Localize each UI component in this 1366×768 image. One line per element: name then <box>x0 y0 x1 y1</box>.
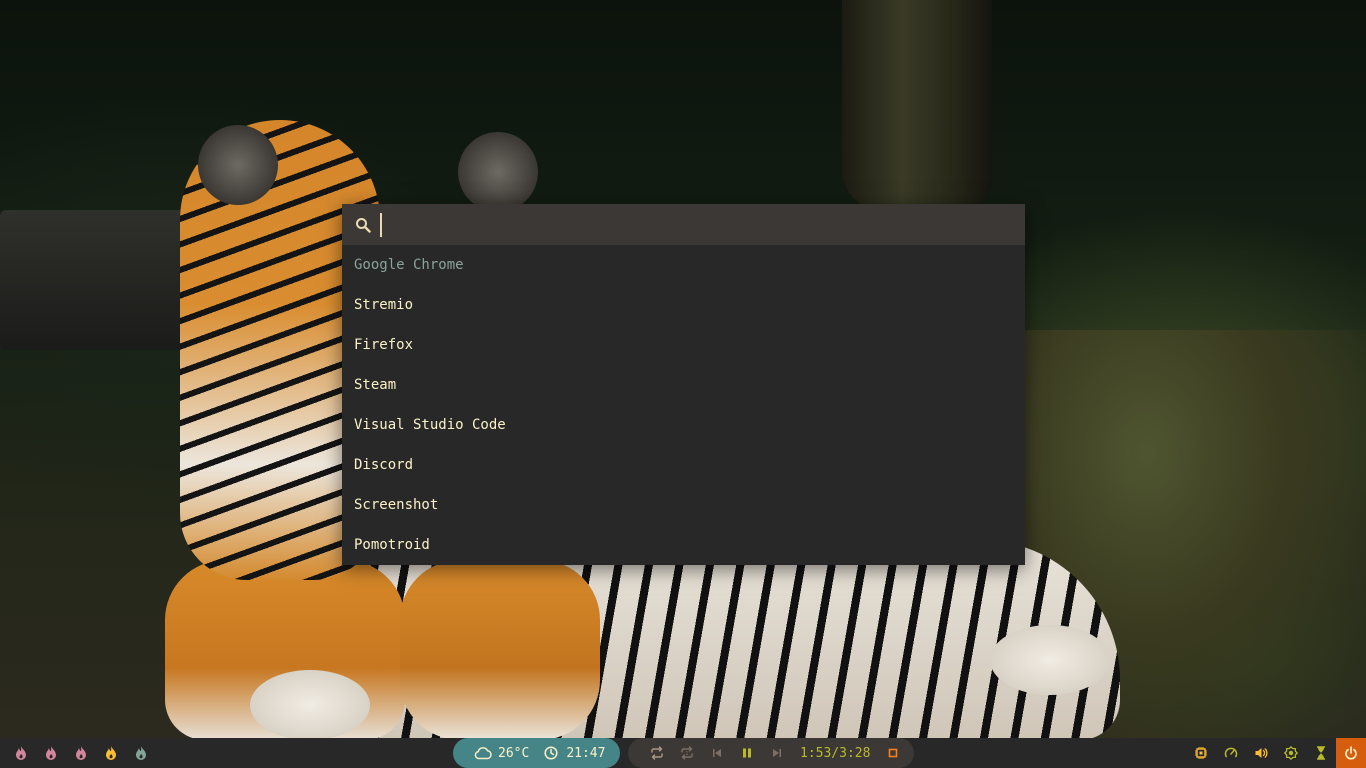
system-tray <box>1186 738 1336 768</box>
wallpaper-tiger-paw <box>990 625 1110 695</box>
volume-widget[interactable] <box>1246 738 1276 768</box>
flame-icon <box>136 746 146 760</box>
workspace-3[interactable] <box>66 738 96 768</box>
svg-text:1: 1 <box>685 751 688 757</box>
brightness-icon <box>1284 746 1298 760</box>
wallpaper-tree-trunk <box>842 0 992 210</box>
launcher-result-firefox[interactable]: Firefox <box>342 325 1025 365</box>
repeat-icon <box>651 746 663 760</box>
previous-button[interactable] <box>702 738 732 768</box>
shuffle-button[interactable]: 1 <box>672 738 702 768</box>
volume-icon <box>1255 748 1268 758</box>
wallpaper-tiger-ear <box>458 132 538 212</box>
cpu-icon <box>1195 747 1207 759</box>
speedometer-icon <box>1224 747 1238 758</box>
power-icon <box>1345 746 1357 760</box>
stop-icon <box>889 748 898 758</box>
media-progress: 1:53/3:28 <box>800 745 871 761</box>
launcher-result-discord[interactable]: Discord <box>342 445 1025 485</box>
pomodoro-widget[interactable] <box>1306 738 1336 768</box>
workspace-list <box>6 738 156 768</box>
wallpaper-tiger-paw <box>250 670 370 740</box>
flame-icon <box>76 746 86 760</box>
launcher-result-pomotroid[interactable]: Pomotroid <box>342 525 1025 565</box>
cpu-widget[interactable] <box>1186 738 1216 768</box>
app-launcher: Google Chrome Stremio Firefox Steam Visu… <box>342 204 1025 565</box>
pause-button[interactable] <box>732 738 762 768</box>
launcher-result-stremio[interactable]: Stremio <box>342 285 1025 325</box>
next-icon <box>773 749 781 757</box>
repeat-button[interactable] <box>642 738 672 768</box>
clock-time: 21:47 <box>566 745 606 761</box>
launcher-result-steam[interactable]: Steam <box>342 365 1025 405</box>
weather-temperature: 26°C <box>498 745 530 761</box>
media-player-widget: 1 1:53/3:28 <box>628 738 914 768</box>
wallpaper-tiger-ear <box>198 125 278 205</box>
wallpaper-tiger-leg <box>400 560 600 740</box>
launcher-search-input[interactable] <box>380 212 988 237</box>
workspace-4[interactable] <box>96 738 126 768</box>
launcher-result-screenshot[interactable]: Screenshot <box>342 485 1025 525</box>
flame-icon <box>16 746 26 760</box>
weather-clock-widget: 26°C 21:47 <box>453 738 620 768</box>
pause-icon <box>743 748 751 758</box>
hourglass-icon <box>1317 746 1325 760</box>
workspace-1[interactable] <box>6 738 36 768</box>
shuffle-icon: 1 <box>681 746 693 760</box>
next-button[interactable] <box>762 738 792 768</box>
cloud-icon <box>474 746 492 760</box>
launcher-result-visual-studio-code[interactable]: Visual Studio Code <box>342 405 1025 445</box>
launcher-result-google-chrome[interactable]: Google Chrome <box>342 245 1025 285</box>
flame-icon <box>106 746 116 760</box>
workspace-2[interactable] <box>36 738 66 768</box>
memory-widget[interactable] <box>1216 738 1246 768</box>
clock-icon <box>544 746 558 760</box>
launcher-search-bar <box>342 204 1025 245</box>
stop-button[interactable] <box>878 738 908 768</box>
power-button[interactable] <box>1336 738 1366 768</box>
launcher-result-list: Google Chrome Stremio Firefox Steam Visu… <box>342 245 1025 565</box>
previous-icon <box>713 749 721 757</box>
status-bar: 26°C 21:47 1 1:53/3:28 <box>0 738 1366 768</box>
brightness-widget[interactable] <box>1276 738 1306 768</box>
search-icon <box>354 216 372 234</box>
workspace-5[interactable] <box>126 738 156 768</box>
flame-icon <box>46 746 56 760</box>
